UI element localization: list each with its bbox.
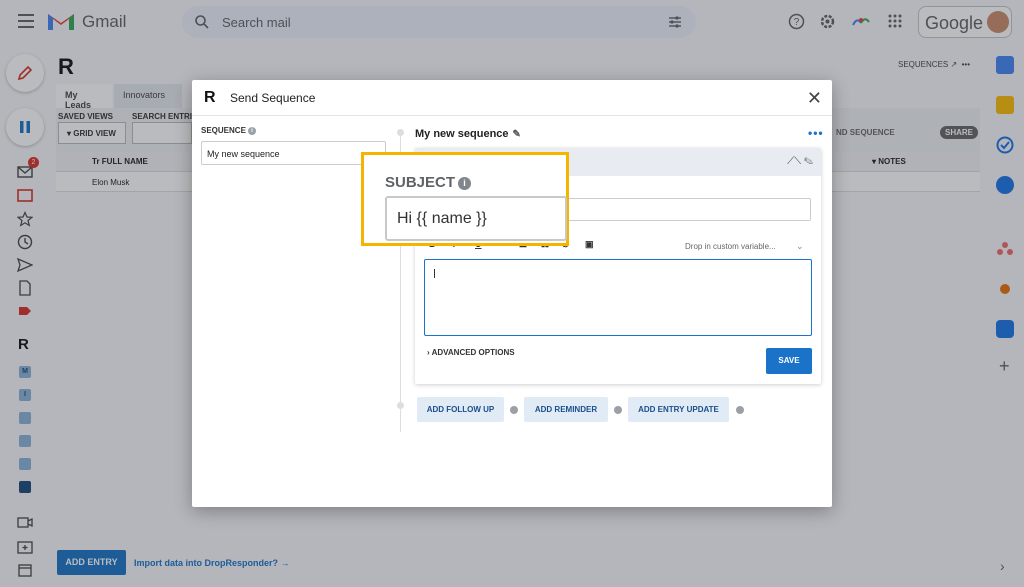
info-icon: i — [458, 177, 472, 190]
timeline-dot — [397, 129, 404, 136]
modal-title: Send Sequence — [230, 91, 316, 105]
subject-zoom-callout: SUBJECT i Hi {{ name }} — [361, 152, 569, 246]
chevron-down-icon[interactable]: ⌄ — [796, 241, 804, 252]
add-follow-up-button[interactable]: ADD FOLLOW UP — [417, 397, 504, 422]
reminder-info-icon[interactable] — [614, 406, 622, 414]
save-button[interactable]: SAVE — [766, 348, 812, 374]
more-options-icon[interactable]: ••• — [808, 126, 824, 140]
subject-input-zoomed[interactable]: Hi {{ name }} — [385, 196, 567, 241]
send-sequence-modal: R Send Sequence ✕ SEQUENCE i My new seque… — [192, 80, 832, 507]
step-header-icons[interactable]: ⟋⟍ ✎ — [787, 156, 813, 167]
sequence-select[interactable]: My new sequence — [201, 141, 386, 165]
subject-value: Hi {{ name }} — [397, 210, 487, 227]
custom-variable-dropdown[interactable]: Drop in custom variable... — [685, 242, 776, 251]
analytics-icon[interactable]: ⟋⟍ — [787, 156, 801, 167]
timeline-dot — [397, 402, 404, 409]
subject-label: SUBJECT i — [385, 174, 472, 191]
email-body-editor[interactable] — [424, 259, 812, 336]
follow-up-info-icon[interactable] — [510, 406, 518, 414]
edit-step-icon[interactable]: ✎ — [804, 156, 813, 167]
dropresponder-modal-logo: R — [204, 89, 216, 106]
close-icon[interactable]: ✕ — [807, 89, 822, 107]
info-icon[interactable]: i — [247, 126, 256, 135]
text-caret — [434, 269, 435, 278]
add-reminder-button[interactable]: ADD REMINDER — [524, 397, 608, 422]
sequence-name-heading: My new sequence ✎ — [415, 128, 521, 140]
modal-header: R Send Sequence ✕ — [192, 80, 832, 116]
entry-update-info-icon[interactable] — [736, 406, 744, 414]
sequence-field-label: SEQUENCE i — [201, 126, 256, 135]
advanced-options-toggle[interactable]: › ADVANCED OPTIONS — [427, 348, 515, 357]
image-icon[interactable]: ▣ — [585, 239, 594, 250]
add-entry-update-button[interactable]: ADD ENTRY UPDATE — [628, 397, 729, 422]
edit-pencil-icon[interactable]: ✎ — [513, 129, 521, 140]
